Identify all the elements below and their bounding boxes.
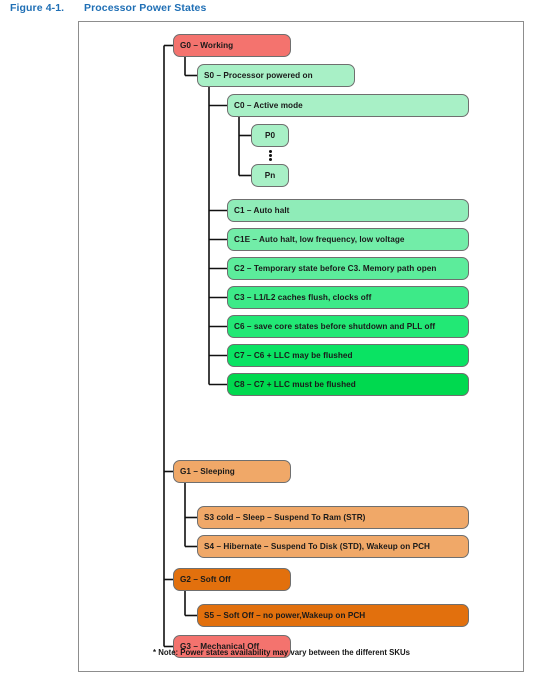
diagram-frame: G0 – Working S0 – Processor powered on C0 …: [78, 21, 524, 672]
node-pn: Pn: [251, 164, 289, 187]
node-s3: S3 cold – Sleep – Suspend To Ram (STR): [197, 506, 469, 529]
node-c8: C8 – C7 + LLC must be flushed: [227, 373, 469, 396]
node-c3: C3 – L1/L2 caches flush, clocks off: [227, 286, 469, 309]
node-c7: C7 – C6 + LLC may be flushed: [227, 344, 469, 367]
power-states-diagram: G0 – Working S0 – Processor powered on C0 …: [79, 22, 525, 673]
node-c1e: C1E – Auto halt, low frequency, low volt…: [227, 228, 469, 251]
node-g0: G0 – Working: [173, 34, 291, 57]
node-s4: S4 – Hibernate – Suspend To Disk (STD), …: [197, 535, 469, 558]
node-c0: C0 – Active mode: [227, 94, 469, 117]
node-g2: G2 – Soft Off: [173, 568, 291, 591]
p-states-ellipsis-icon: [268, 150, 272, 161]
figure-number: Figure 4-1.: [10, 2, 65, 14]
node-p0: P0: [251, 124, 289, 147]
figure-caption: Figure 4-1. Processor Power States: [10, 2, 206, 14]
figure-note: * Note: Power states availability may va…: [153, 648, 410, 657]
node-c2: C2 – Temporary state before C3. Memory p…: [227, 257, 469, 280]
node-s5: S5 – Soft Off – no power,Wakeup on PCH: [197, 604, 469, 627]
node-c6: C6 – save core states before shutdown an…: [227, 315, 469, 338]
node-g1: G1 – Sleeping: [173, 460, 291, 483]
figure-title: Processor Power States: [84, 2, 207, 14]
node-s0: S0 – Processor powered on: [197, 64, 355, 87]
node-c1: C1 – Auto halt: [227, 199, 469, 222]
